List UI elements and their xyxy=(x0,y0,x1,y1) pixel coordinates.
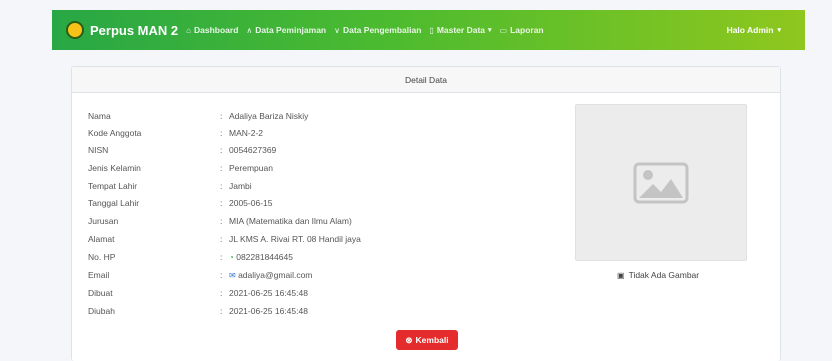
mail-icon: ✉ xyxy=(229,271,236,280)
nav-data-peminjaman[interactable]: ∧ Data Peminjaman xyxy=(246,25,326,35)
brand-name: Perpus MAN 2 xyxy=(90,22,179,38)
phone-number: 082281844645 xyxy=(236,252,293,262)
detail-label: Dibuat xyxy=(88,288,113,298)
detail-colon: : xyxy=(220,198,223,208)
caret-down-icon: ▾ xyxy=(777,27,781,34)
nav-data-pengembalian-label: Data Pengembalian xyxy=(342,25,422,35)
detail-colon: : xyxy=(220,234,223,244)
nav-dashboard-label: Dashboard xyxy=(193,25,239,35)
user-menu[interactable]: Halo Admin ▾ xyxy=(727,25,781,35)
detail-colon: : xyxy=(220,181,223,191)
detail-value: 2005-06-15 xyxy=(229,198,273,208)
logo-icon xyxy=(66,21,84,39)
email-address: adaliya@gmail.com xyxy=(238,270,313,280)
detail-label: Jurusan xyxy=(88,216,119,226)
arrow-down-icon: ∨ xyxy=(334,25,340,35)
whatsapp-icon: ◔ xyxy=(229,253,234,262)
detail-value: Jambi xyxy=(229,181,252,191)
nav-laporan-label: Laporan xyxy=(510,25,544,35)
top-navbar: Perpus MAN 2 ⌂ Dashboard ∧ Data Peminjam… xyxy=(52,10,805,50)
image-icon: ▣ xyxy=(617,270,625,280)
card-title: Detail Data xyxy=(404,74,448,85)
detail-label: NISN xyxy=(88,145,109,155)
nav-dashboard[interactable]: ⌂ Dashboard xyxy=(186,25,238,35)
detail-value: 0054627369 xyxy=(229,145,277,155)
file-icon: ▭ xyxy=(499,25,508,35)
detail-colon: : xyxy=(220,145,223,155)
detail-card: Detail Data Nama : Adaliya Bariza Niskiy… xyxy=(71,66,781,361)
detail-label: No. HP xyxy=(88,252,116,262)
card-header: Detail Data xyxy=(72,67,780,93)
nav-data-pengembalian[interactable]: ∨ Data Pengembalian xyxy=(334,25,421,35)
detail-colon: : xyxy=(220,270,223,280)
image-caption: ▣ Tidak Ada Gambar xyxy=(617,270,699,280)
nav-master-data[interactable]: ▯ Master Data ▾ xyxy=(429,25,491,35)
user-greeting: Halo Admin xyxy=(726,25,774,35)
image-icon xyxy=(633,162,689,203)
arrow-up-icon: ∧ xyxy=(246,25,253,35)
detail-colon: : xyxy=(220,306,223,316)
caret-down-icon: ▾ xyxy=(488,27,492,34)
detail-colon: : xyxy=(220,252,223,262)
detail-value: Perempuan xyxy=(229,163,273,173)
detail-label: Nama xyxy=(88,111,111,121)
monitor-icon: ⌂ xyxy=(186,25,191,35)
detail-label: Alamat xyxy=(88,234,115,244)
detail-value: ✉ adaliya@gmail.com xyxy=(229,269,312,282)
detail-label: Tempat Lahir xyxy=(88,181,138,191)
detail-colon: : xyxy=(220,288,223,298)
nav-data-peminjaman-label: Data Peminjaman xyxy=(255,25,327,35)
image-placeholder xyxy=(575,104,747,261)
detail-colon: : xyxy=(220,163,223,173)
detail-label: Jenis Kelamin xyxy=(88,163,141,173)
detail-value: 2021-06-25 16:45:48 xyxy=(229,306,308,316)
back-button[interactable]: ⊛ Kembali xyxy=(396,330,458,350)
detail-colon: : xyxy=(220,111,223,121)
detail-label: Kode Anggota xyxy=(88,128,142,138)
back-arrow-icon: ⊛ xyxy=(405,334,413,345)
detail-label: Diubah xyxy=(88,306,115,316)
image-caption-text: Tidak Ada Gambar xyxy=(628,270,700,280)
detail-value: Adaliya Bariza Niskiy xyxy=(229,111,309,121)
back-button-label: Kembali xyxy=(415,335,449,345)
detail-value: 2021-06-25 16:45:48 xyxy=(229,288,308,298)
nav-laporan[interactable]: ▭ Laporan xyxy=(500,25,544,35)
detail-label: Tanggal Lahir xyxy=(88,198,140,208)
nav-master-data-label: Master Data xyxy=(436,25,485,35)
brand[interactable]: Perpus MAN 2 xyxy=(66,21,178,39)
detail-colon: : xyxy=(220,216,223,226)
detail-colon: : xyxy=(220,128,223,138)
detail-value: MAN-2-2 xyxy=(229,128,264,138)
detail-value: ◔ 082281844645 xyxy=(229,251,293,264)
detail-value: JL KMS A. Rivai RT. 08 Handil jaya xyxy=(229,234,361,244)
detail-label: Email xyxy=(88,270,110,280)
folder-icon: ▯ xyxy=(429,25,434,35)
detail-value: MIA (Matematika dan Ilmu Alam) xyxy=(229,216,352,226)
